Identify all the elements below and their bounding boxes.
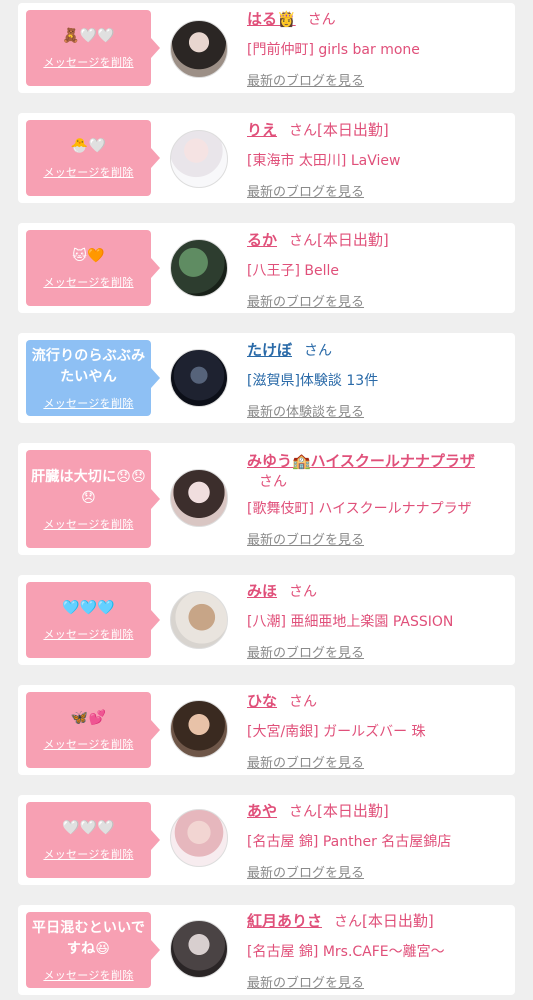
latest-blog-link[interactable]: 最新のブログを見る	[247, 291, 364, 310]
honorific: さん	[289, 584, 318, 600]
message-text: 流行りのらぶぶみたいやん	[31, 347, 146, 385]
delete-message-link[interactable]: メッセージを削除	[43, 54, 133, 70]
list-item: 肝臓は大切に😞😞😞 メッセージを削除 みゆう🏫ハイスクールナナプラザさん [歌舞…	[18, 443, 515, 555]
user-name-link[interactable]: ひな	[247, 692, 277, 710]
latest-blog-link[interactable]: 最新のブログを見る	[247, 642, 364, 661]
honorific: さん	[307, 12, 336, 28]
shop-name: [滋賀県]体験談 13件	[247, 373, 379, 389]
user-name-link[interactable]: 紅月ありさ	[247, 912, 322, 930]
list-item: 流行りのらぶぶみたいやん メッセージを削除 たけぼ さん [滋賀県]体験談 13件…	[18, 333, 515, 423]
honorific: さん	[289, 804, 318, 820]
message-info: はる👸 さん [門前仲町] girls bar mone 最新のブログを見る	[247, 9, 507, 89]
status-badge: [本日出勤]	[317, 121, 389, 139]
honorific: さん	[334, 914, 363, 930]
message-text: 🩵🩵🩵	[62, 600, 115, 616]
honorific: さん	[289, 123, 318, 139]
message-text: 平日混むといいですね😆	[31, 919, 146, 957]
latest-blog-link[interactable]: 最新のブログを見る	[247, 972, 364, 991]
shop-name: [歌舞伎町] ハイスクールナナプラザ	[247, 501, 472, 517]
delete-message-link[interactable]: メッセージを削除	[43, 967, 133, 983]
shop-name: [八王子] Belle	[247, 263, 339, 279]
list-item: 🐣🤍 メッセージを削除 りえ さん[本日出勤] [東海市 太田川] LaView …	[18, 113, 515, 203]
latest-blog-link[interactable]: 最新のブログを見る	[247, 70, 364, 89]
avatar[interactable]	[170, 130, 228, 188]
message-bubble: 🧸🤍🤍 メッセージを削除	[26, 10, 160, 86]
message-text: 🦋💕	[70, 710, 107, 726]
message-info: たけぼ さん [滋賀県]体験談 13件 最新の体験談を見る	[247, 340, 507, 420]
latest-experience-link[interactable]: 最新の体験談を見る	[247, 401, 364, 420]
shop-name: [門前仲町] girls bar mone	[247, 42, 420, 58]
latest-blog-link[interactable]: 最新のブログを見る	[247, 181, 364, 200]
latest-blog-link[interactable]: 最新のブログを見る	[247, 529, 364, 548]
shop-name: [名古屋 錦] Mrs.CAFE〜離宮〜	[247, 944, 445, 960]
delete-message-link[interactable]: メッセージを削除	[43, 846, 133, 862]
list-item: 🐱🧡 メッセージを削除 るか さん[本日出勤] [八王子] Belle 最新のブロ…	[18, 223, 515, 313]
user-name-link[interactable]: あや	[247, 802, 277, 820]
list-item: 🧸🤍🤍 メッセージを削除 はる👸 さん [門前仲町] girls bar mone…	[18, 3, 515, 93]
message-text: 🐣🤍	[70, 138, 107, 154]
list-item: 🤍🤍🤍 メッセージを削除 あや さん[本日出勤] [名古屋 錦] Panther …	[18, 795, 515, 885]
delete-message-link[interactable]: メッセージを削除	[43, 516, 133, 532]
message-info: りえ さん[本日出勤] [東海市 太田川] LaView 最新のブログを見る	[247, 120, 507, 200]
delete-message-link[interactable]: メッセージを削除	[43, 626, 133, 642]
list-item: 平日混むといいですね😆 メッセージを削除 紅月ありさ さん[本日出勤] [名古屋 …	[18, 905, 515, 995]
list-item: 🦋💕 メッセージを削除 ひな さん [大宮/南銀] ガールズバー 珠 最新のブログ…	[18, 685, 515, 775]
shop-name: [大宮/南銀] ガールズバー 珠	[247, 724, 426, 740]
message-bubble: 🐱🧡 メッセージを削除	[26, 230, 160, 306]
message-info: みほ さん [八潮] 亜細亜地上楽園 PASSION 最新のブログを見る	[247, 581, 507, 661]
avatar[interactable]	[170, 700, 228, 758]
avatar[interactable]	[170, 809, 228, 867]
message-bubble: 🤍🤍🤍 メッセージを削除	[26, 802, 160, 878]
status-badge: [本日出勤]	[317, 802, 389, 820]
message-info: 紅月ありさ さん[本日出勤] [名古屋 錦] Mrs.CAFE〜離宮〜 最新のブロ…	[247, 911, 507, 991]
avatar[interactable]	[170, 591, 228, 649]
user-name-link[interactable]: たけぼ	[247, 341, 292, 359]
avatar[interactable]	[170, 239, 228, 297]
user-name-link[interactable]: るか	[247, 231, 277, 249]
message-bubble: 肝臓は大切に😞😞😞 メッセージを削除	[26, 450, 160, 548]
message-info: ひな さん [大宮/南銀] ガールズバー 珠 最新のブログを見る	[247, 691, 507, 771]
shop-name: [八潮] 亜細亜地上楽園 PASSION	[247, 614, 454, 630]
message-bubble: 平日混むといいですね😆 メッセージを削除	[26, 912, 160, 988]
honorific: さん	[289, 694, 318, 710]
message-info: るか さん[本日出勤] [八王子] Belle 最新のブログを見る	[247, 230, 507, 310]
user-name-link[interactable]: りえ	[247, 121, 277, 139]
status-badge: [本日出勤]	[362, 912, 434, 930]
message-text: 肝臓は大切に😞😞😞	[31, 468, 146, 506]
latest-blog-link[interactable]: 最新のブログを見る	[247, 862, 364, 881]
list-item: 🩵🩵🩵 メッセージを削除 みほ さん [八潮] 亜細亜地上楽園 PASSION 最…	[18, 575, 515, 665]
delete-message-link[interactable]: メッセージを削除	[43, 395, 133, 411]
avatar[interactable]	[170, 20, 228, 78]
message-bubble: 🐣🤍 メッセージを削除	[26, 120, 160, 196]
honorific: さん	[259, 474, 287, 490]
message-info: みゆう🏫ハイスクールナナプラザさん [歌舞伎町] ハイスクールナナプラザ 最新の…	[247, 451, 507, 548]
delete-message-link[interactable]: メッセージを削除	[43, 274, 133, 290]
honorific: さん	[289, 233, 318, 249]
message-bubble: 🩵🩵🩵 メッセージを削除	[26, 582, 160, 658]
shop-name: [東海市 太田川] LaView	[247, 153, 401, 169]
user-name-link[interactable]: みゆう🏫ハイスクールナナプラザ	[247, 452, 475, 470]
delete-message-link[interactable]: メッセージを削除	[43, 164, 133, 180]
message-text: 🤍🤍🤍	[62, 820, 115, 836]
message-text: 🧸🤍🤍	[62, 28, 115, 44]
message-list: 🧸🤍🤍 メッセージを削除 はる👸 さん [門前仲町] girls bar mone…	[0, 0, 533, 1000]
avatar[interactable]	[170, 349, 228, 407]
message-info: あや さん[本日出勤] [名古屋 錦] Panther 名古屋錦店 最新のブログを…	[247, 801, 507, 881]
message-text: 🐱🧡	[72, 248, 105, 264]
shop-name: [名古屋 錦] Panther 名古屋錦店	[247, 834, 452, 850]
delete-message-link[interactable]: メッセージを削除	[43, 736, 133, 752]
message-bubble: 🦋💕 メッセージを削除	[26, 692, 160, 768]
user-name-link[interactable]: はる👸	[247, 10, 296, 28]
status-badge: [本日出勤]	[317, 231, 389, 249]
avatar[interactable]	[170, 469, 228, 527]
avatar[interactable]	[170, 920, 228, 978]
message-bubble: 流行りのらぶぶみたいやん メッセージを削除	[26, 340, 160, 416]
user-name-link[interactable]: みほ	[247, 582, 277, 600]
latest-blog-link[interactable]: 最新のブログを見る	[247, 752, 364, 771]
honorific: さん	[304, 343, 333, 359]
